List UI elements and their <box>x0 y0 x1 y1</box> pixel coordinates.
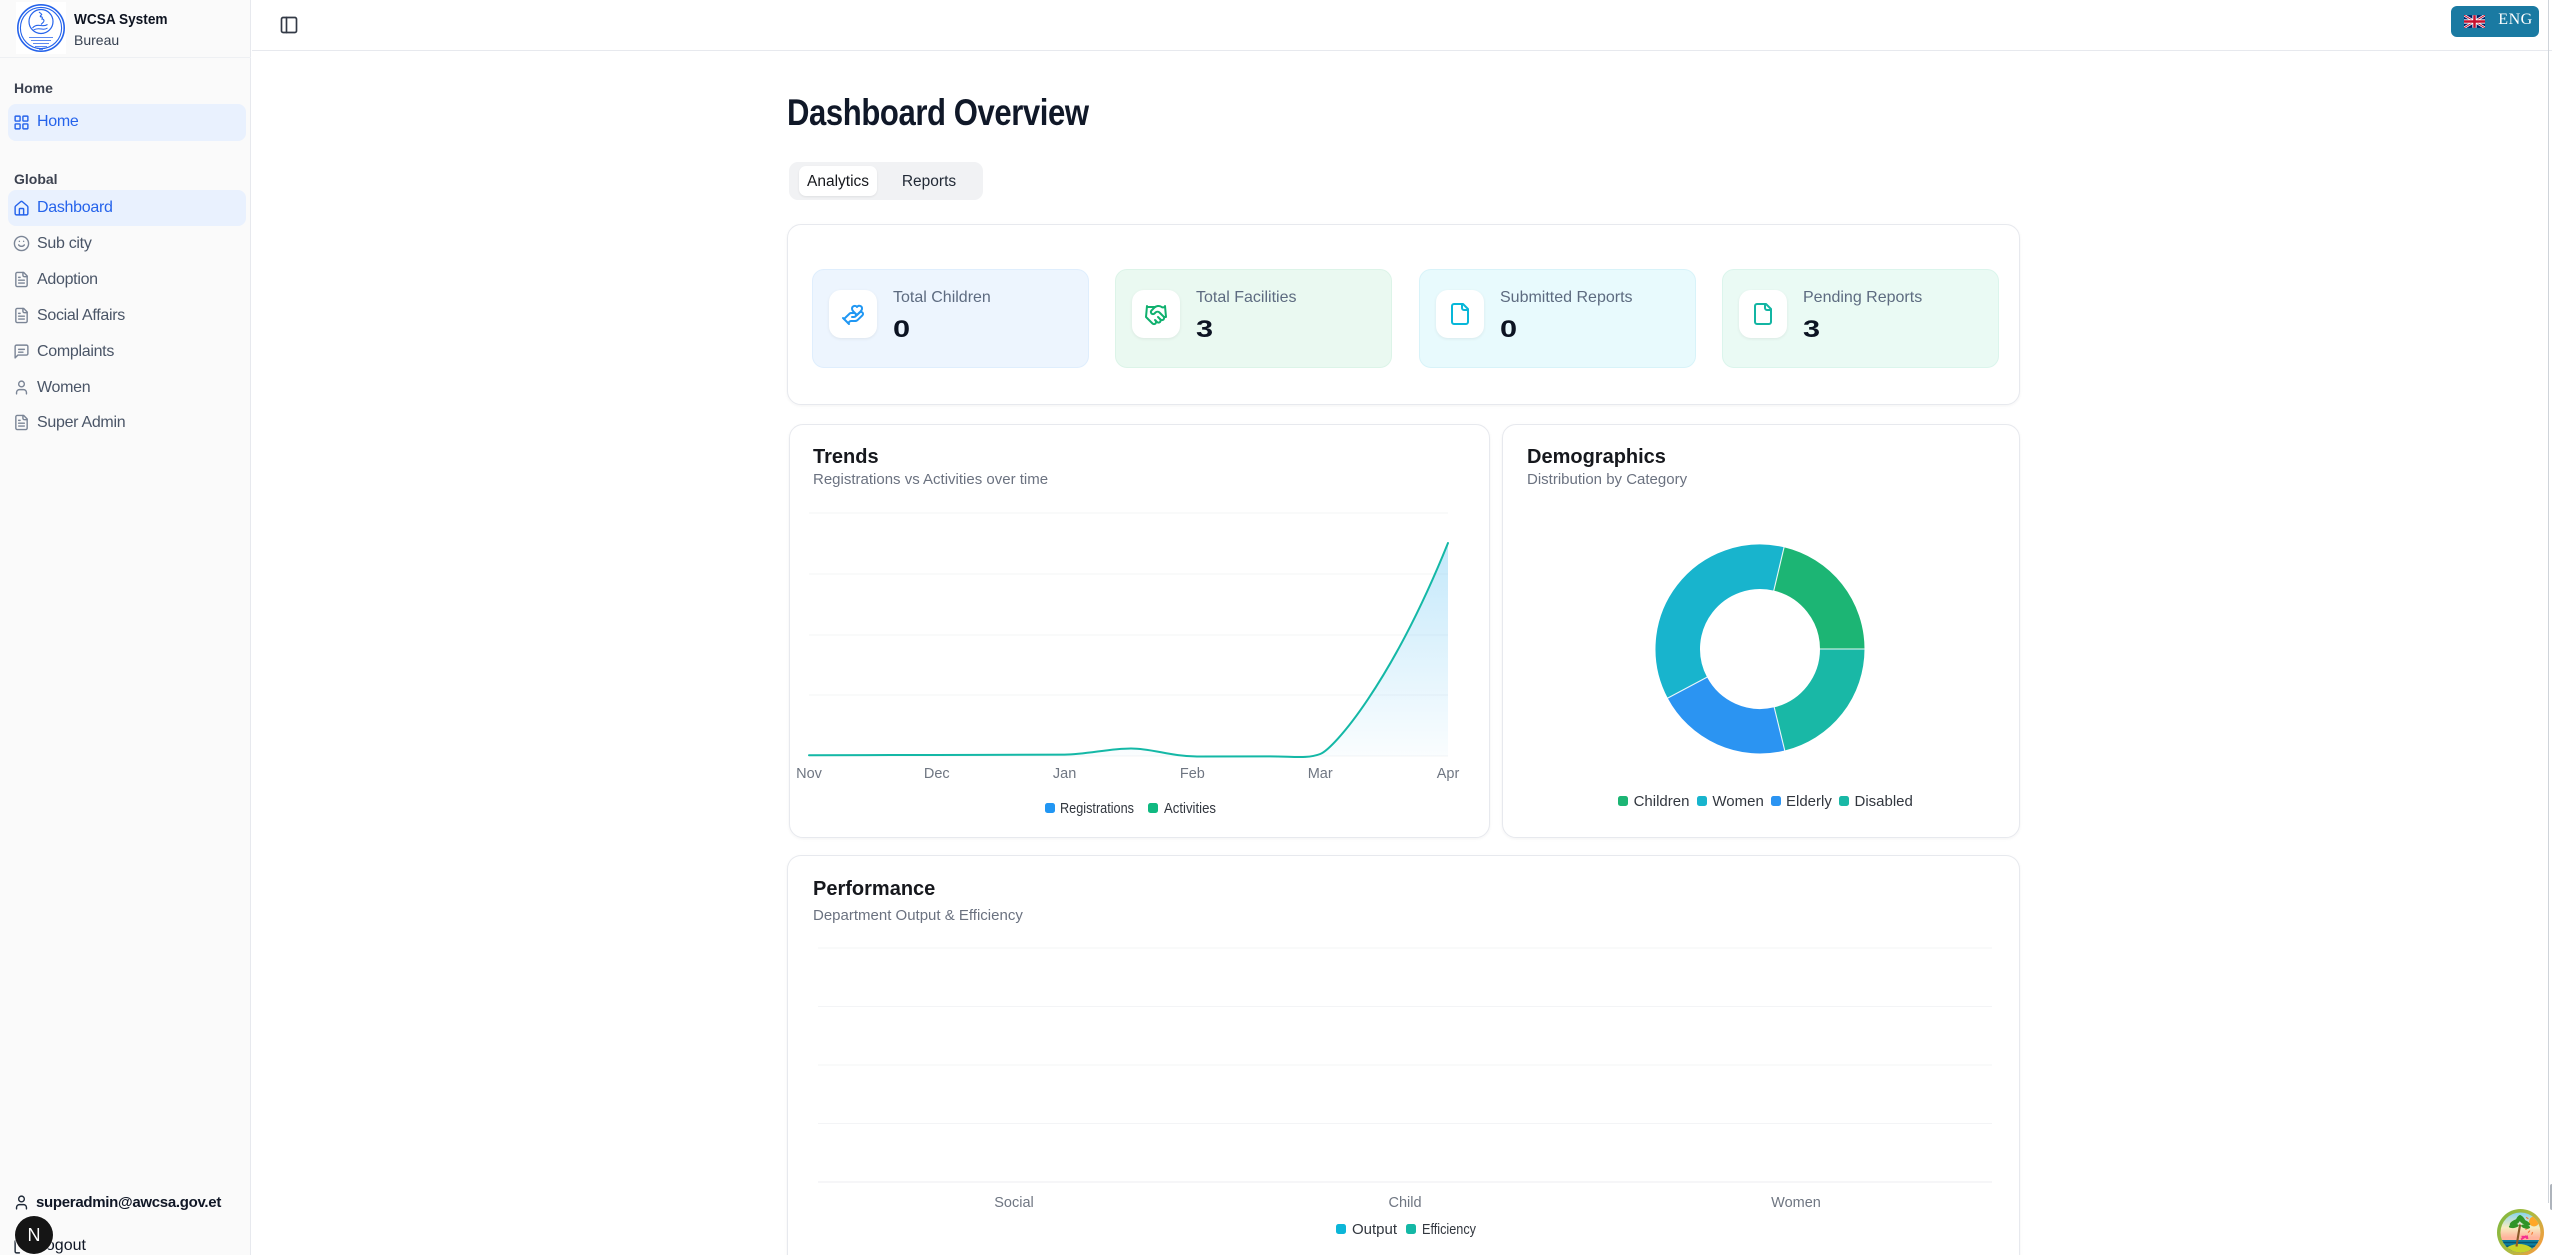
svg-text:Elderly: Elderly <box>1786 793 1832 810</box>
svg-text:Jan: Jan <box>1053 766 1076 782</box>
svg-text:Women: Women <box>1771 1195 1821 1211</box>
svg-text:Activities: Activities <box>1164 800 1216 817</box>
svg-text:Social: Social <box>994 1195 1034 1211</box>
svg-text:Registrations: Registrations <box>1060 800 1134 817</box>
svg-text:Feb: Feb <box>1180 766 1205 782</box>
svg-text:Women: Women <box>1712 793 1763 810</box>
svg-text:Apr: Apr <box>1437 766 1460 782</box>
svg-text:Efficiency: Efficiency <box>1422 1221 1476 1238</box>
svg-text:Nov: Nov <box>796 766 823 782</box>
svg-text:Mar: Mar <box>1308 766 1333 782</box>
svg-text:Output: Output <box>1352 1221 1398 1238</box>
svg-text:Children: Children <box>1634 793 1690 810</box>
svg-text:Child: Child <box>1388 1195 1421 1211</box>
svg-text:Dec: Dec <box>924 766 950 782</box>
svg-text:Disabled: Disabled <box>1855 793 1913 810</box>
